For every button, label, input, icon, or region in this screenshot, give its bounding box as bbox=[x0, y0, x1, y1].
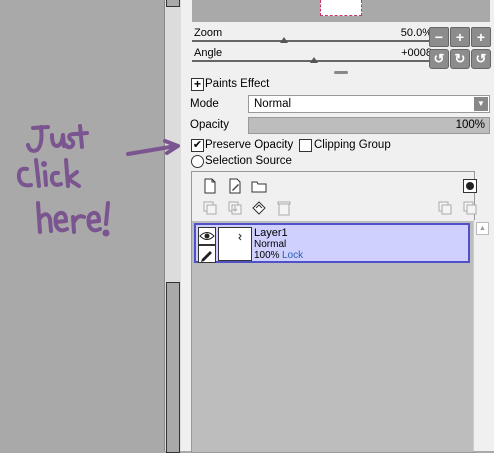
opacity-label: Opacity bbox=[190, 119, 229, 131]
merge-down-icon[interactable] bbox=[227, 200, 243, 216]
zoom-out-button[interactable]: − bbox=[429, 27, 449, 47]
selection-source-radio[interactable] bbox=[191, 155, 204, 168]
layer-lock-label: Lock bbox=[282, 250, 304, 261]
zoom-label: Zoom bbox=[194, 27, 223, 39]
zoom-track[interactable] bbox=[192, 40, 436, 42]
clipping-group-checkbox[interactable] bbox=[299, 139, 312, 152]
preserve-opacity-checkbox[interactable]: ✔ bbox=[191, 139, 204, 152]
opacity-value: 100% bbox=[455, 119, 485, 131]
paints-effect-expand-icon[interactable]: + bbox=[191, 78, 204, 91]
layer-name: Layer1 bbox=[254, 227, 288, 239]
rotate-reset-button[interactable]: ↺ bbox=[471, 49, 491, 69]
selection-source-label[interactable]: Selection Source bbox=[205, 155, 292, 167]
mode-label: Mode bbox=[190, 98, 219, 110]
blend-mode-select[interactable]: Normal ▼ bbox=[248, 95, 490, 113]
link-mask-icon[interactable] bbox=[462, 200, 478, 216]
layer-row[interactable]: Layer1 Normal 100% Lock bbox=[194, 223, 470, 263]
blend-mode-value: Normal bbox=[254, 98, 292, 110]
navigator-preview[interactable] bbox=[192, 0, 490, 22]
pen-icon[interactable] bbox=[198, 245, 216, 263]
new-linework-layer-icon[interactable] bbox=[227, 178, 243, 194]
angle-value: +0008 bbox=[401, 47, 432, 59]
zoom-knob[interactable] bbox=[280, 37, 288, 43]
paints-effect-label[interactable]: Paints Effect bbox=[205, 78, 269, 90]
clipping-group-label[interactable]: Clipping Group bbox=[314, 139, 391, 151]
apply-mask-icon[interactable] bbox=[437, 200, 453, 216]
opacity-slider[interactable]: 100% bbox=[248, 117, 490, 134]
delete-layer-icon[interactable] bbox=[276, 200, 292, 216]
rotate-left-button[interactable]: ↺ bbox=[429, 49, 449, 69]
layer-panel: Layer1 Normal 100% Lock bbox=[191, 171, 478, 453]
handwritten-annotation bbox=[16, 124, 180, 237]
layer-opacity: 100% bbox=[254, 250, 280, 261]
panel-resize-grip[interactable] bbox=[334, 71, 348, 74]
transfer-down-icon[interactable] bbox=[202, 200, 218, 216]
layer-blend-mode: Normal bbox=[254, 239, 287, 250]
side-panel: Zoom 50.0% Angle +0008 − + + ↺ ↻ ↺ + Pai… bbox=[186, 0, 494, 453]
clear-layer-icon[interactable] bbox=[251, 200, 267, 216]
zoom-reset-button[interactable]: + bbox=[471, 27, 491, 47]
new-folder-icon[interactable] bbox=[251, 178, 267, 194]
new-mask-icon[interactable] bbox=[462, 178, 478, 194]
new-layer-icon[interactable] bbox=[202, 178, 218, 194]
angle-label: Angle bbox=[194, 47, 223, 59]
rotate-right-button[interactable]: ↻ bbox=[450, 49, 470, 69]
preserve-opacity-label[interactable]: Preserve Opacity bbox=[205, 139, 293, 151]
layer-list-scrollbar[interactable]: ▲ bbox=[473, 220, 490, 451]
zoom-value: 50.0% bbox=[400, 27, 432, 39]
chevron-down-icon[interactable]: ▼ bbox=[474, 97, 488, 111]
layer-thumbnail[interactable] bbox=[218, 227, 252, 261]
navigator-viewport[interactable] bbox=[320, 0, 362, 16]
zoom-in-button[interactable]: + bbox=[450, 27, 470, 47]
angle-knob[interactable] bbox=[310, 57, 318, 63]
eye-icon[interactable] bbox=[198, 227, 216, 245]
scroll-up-icon[interactable]: ▲ bbox=[476, 222, 489, 235]
layer-list[interactable]: Layer1 Normal 100% Lock bbox=[192, 221, 474, 452]
